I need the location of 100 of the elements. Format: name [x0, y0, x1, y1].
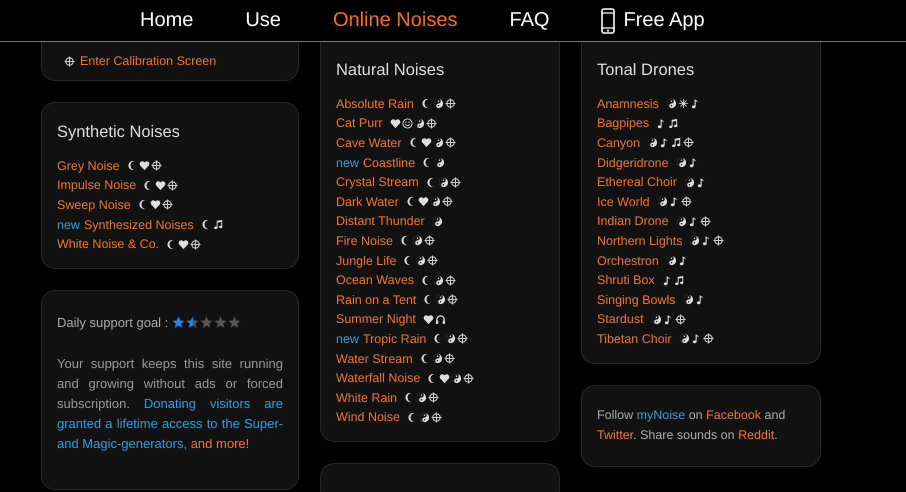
more-link[interactable]: and more! — [190, 436, 250, 451]
music-notes-icon — [674, 274, 685, 286]
noise-link[interactable]: Impulse Noise — [57, 178, 136, 192]
noise-link[interactable]: Ethereal Choir — [597, 175, 677, 190]
noise-link[interactable]: Stardust — [597, 312, 644, 326]
yin-yang-icon — [682, 294, 694, 306]
crosshair-icon — [445, 274, 456, 286]
yin-yang-icon — [432, 98, 444, 110]
star-icon — [214, 316, 228, 329]
noise-link[interactable]: Jungle Life — [336, 254, 396, 268]
crosshair-icon — [702, 333, 714, 344]
music-note-icon — [678, 255, 689, 266]
crosshair-icon — [680, 196, 692, 208]
nav-link[interactable]: Home — [140, 9, 194, 32]
heart-icon — [138, 160, 150, 172]
heart-icon — [150, 199, 161, 210]
star-icon — [228, 316, 242, 329]
social-link[interactable]: Facebook — [706, 408, 762, 422]
support-paragraph: Your support keeps this site running and growing without ads or forced subscription. Donating visitors are granted a lifetime access to the Super- and Magic-generators, and more! — [57, 354, 283, 453]
noise-link[interactable]: Synthesized Noises — [84, 218, 194, 232]
noise-link[interactable]: Indian Drone — [597, 214, 669, 228]
noise-link[interactable]: Cat Purr — [336, 116, 383, 130]
yin-yang-icon — [676, 216, 687, 227]
smiley-icon — [402, 118, 413, 129]
heart-icon — [155, 180, 166, 191]
yin-yang-icon — [438, 176, 449, 188]
noise-link[interactable]: Northern Lights — [597, 234, 682, 248]
noise-link[interactable]: Crystal Stream — [336, 175, 419, 190]
noise-link[interactable]: Distant Thunder — [336, 214, 425, 228]
noise-link[interactable]: Fire Noise — [336, 234, 393, 248]
nav-link[interactable]: FAQ — [509, 9, 550, 32]
nav-link[interactable]: Online Noises — [332, 9, 458, 32]
crosshair-icon — [428, 392, 440, 404]
music-notes-icon — [671, 137, 682, 148]
star-icon — [200, 316, 214, 329]
yin-yang-icon — [676, 157, 687, 168]
noise-link[interactable]: White Rain — [336, 390, 398, 405]
noise-link[interactable]: Shruti Box — [597, 273, 655, 288]
yin-yang-icon — [684, 176, 695, 188]
music-note-icon — [668, 196, 680, 208]
music-note-icon — [662, 314, 674, 325]
nav-link[interactable]: Free App — [601, 8, 705, 34]
music-note-icon — [690, 333, 702, 344]
heart-icon — [390, 118, 401, 129]
noise-link[interactable]: Tibetan Choir — [597, 332, 672, 346]
heart-icon — [418, 196, 429, 208]
noise-link[interactable]: Absolute Rain — [336, 96, 414, 111]
noise-link[interactable]: Wind Noise — [336, 410, 400, 424]
music-note-icon — [696, 176, 707, 188]
noise-link[interactable]: Orchestron — [597, 254, 659, 268]
crosshair-icon — [64, 56, 75, 66]
heart-icon — [439, 372, 450, 384]
noise-link[interactable]: Cave Water — [336, 136, 402, 150]
social-link[interactable]: Reddit — [738, 428, 774, 442]
calibration-link[interactable]: Enter Calibration Screen — [64, 54, 216, 68]
noise-link[interactable]: Rain on a Tent — [336, 292, 416, 307]
noise-link[interactable]: Tropic Rain — [362, 332, 426, 346]
crosshair-icon — [190, 238, 202, 250]
card-title: Synthetic Noises — [57, 123, 181, 142]
yin-yang-icon — [689, 235, 700, 246]
music-note-icon — [690, 98, 701, 110]
noise-link[interactable]: White Noise & Co. — [57, 237, 160, 252]
heart-icon — [422, 314, 434, 325]
crosshair-icon — [674, 314, 686, 325]
noise-link[interactable]: Ocean Waves — [336, 273, 414, 288]
card-title: Natural Noises — [336, 61, 446, 80]
yin-yang-icon — [650, 314, 662, 325]
crosshair-icon — [444, 353, 455, 364]
yin-yang-icon — [434, 157, 446, 168]
noise-link[interactable]: Ice World — [597, 194, 650, 209]
noise-link[interactable]: Water Stream — [336, 352, 413, 366]
yin-yang-icon — [418, 412, 430, 423]
social-link[interactable]: Twitter — [597, 428, 634, 442]
noise-link[interactable]: Grey Noise — [57, 158, 120, 173]
crosshair-icon — [430, 412, 442, 423]
heart-icon — [178, 238, 190, 250]
noise-link[interactable]: Didgeridrone — [597, 156, 669, 170]
yin-yang-icon — [414, 118, 425, 129]
nav-link[interactable]: Use — [245, 9, 281, 32]
yin-yang-icon — [433, 274, 444, 286]
noise-link[interactable]: Anamnesis — [597, 96, 659, 111]
noise-link[interactable]: Bagpipes — [597, 116, 650, 130]
noise-link[interactable]: Canyon — [597, 136, 640, 150]
yin-yang-icon — [416, 392, 428, 404]
noise-link[interactable]: Coastline — [362, 156, 416, 170]
crosshair-icon — [424, 235, 435, 246]
music-notes-icon — [668, 118, 680, 129]
crosshair-icon — [167, 180, 178, 191]
yin-yang-icon — [666, 255, 677, 266]
noise-link[interactable]: Summer Night — [336, 312, 416, 326]
noise-link[interactable]: Waterfall Noise — [336, 371, 420, 386]
crosshair-icon — [444, 98, 456, 110]
headphones-icon — [434, 314, 446, 325]
noise-link[interactable]: Singing Bowls — [597, 292, 676, 307]
yin-yang-icon — [666, 98, 677, 110]
crosshair-icon — [700, 216, 711, 227]
star-icon — [186, 316, 200, 329]
noise-link[interactable]: Sweep Noise — [57, 198, 131, 212]
crosshair-icon — [450, 176, 461, 188]
noise-link[interactable]: Dark Water — [336, 194, 399, 209]
